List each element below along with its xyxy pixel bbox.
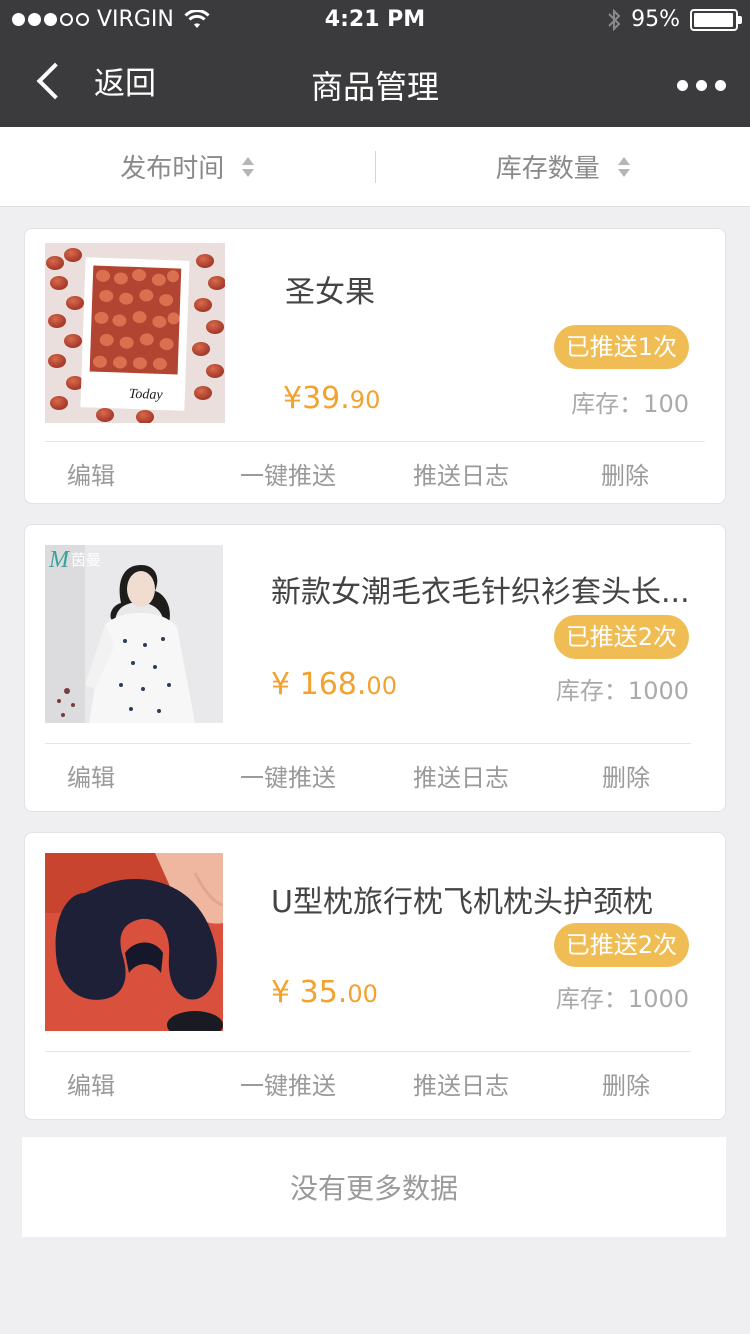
- no-more-data: 没有更多数据: [22, 1137, 726, 1237]
- stock-count: 库存：1000: [555, 677, 689, 705]
- more-options-icon[interactable]: [677, 80, 726, 91]
- product-name: 新款女潮毛衣毛针织衫套头长...: [271, 575, 690, 610]
- sort-arrows-icon: [617, 156, 630, 177]
- sort-label: 发布时间: [120, 154, 225, 184]
- sort-bar: 发布时间 库存数量: [0, 127, 750, 207]
- image-caption: Today: [129, 387, 164, 403]
- card-actions: 编辑 一键推送 推送日志 删除: [45, 743, 691, 807]
- top-bar: VIRGIN 4:21 PM 95% 返回 商品管理: [0, 0, 750, 127]
- push-log-button[interactable]: 推送日志: [413, 1066, 509, 1101]
- push-count-badge: 已推送1次: [553, 325, 689, 369]
- product-name: 圣女果: [285, 275, 375, 310]
- sort-by-publish-time[interactable]: 发布时间: [0, 148, 375, 185]
- stock-count: 库存：1000: [555, 985, 689, 1013]
- delete-button[interactable]: 删除: [602, 758, 650, 793]
- one-click-push-button[interactable]: 一键推送: [240, 758, 336, 793]
- stock-count: 库存：100: [571, 390, 689, 418]
- one-click-push-button[interactable]: 一键推送: [240, 1066, 336, 1101]
- sort-by-stock-quantity[interactable]: 库存数量: [376, 148, 750, 185]
- edit-button[interactable]: 编辑: [67, 758, 115, 793]
- svg-text:M: M: [48, 547, 71, 573]
- product-image: [45, 853, 223, 1031]
- sort-arrows-icon: [242, 156, 255, 177]
- product-card[interactable]: U型枕旅行枕飞机枕头护颈枕 已推送2次 ¥ 35.00 库存：1000 编辑 一…: [24, 832, 726, 1120]
- page-title: 商品管理: [310, 68, 439, 106]
- push-count-badge: 已推送2次: [553, 615, 689, 659]
- delete-button[interactable]: 删除: [602, 1066, 650, 1101]
- push-log-button[interactable]: 推送日志: [413, 456, 509, 491]
- product-card[interactable]: Today 圣女果 已推送1次 ¥39.90 库存：100 编辑 一键推送 推送…: [24, 228, 726, 504]
- battery-icon: [690, 8, 742, 31]
- bluetooth-icon: [608, 8, 621, 31]
- status-bar: VIRGIN 4:21 PM 95%: [0, 0, 750, 40]
- product-price: ¥39.90: [283, 381, 381, 416]
- sort-label: 库存数量: [495, 154, 600, 184]
- image-brand: 茵曼: [71, 551, 101, 569]
- push-log-button[interactable]: 推送日志: [413, 758, 509, 793]
- product-price: ¥ 168.00: [271, 667, 397, 702]
- product-image: Today: [45, 243, 225, 423]
- push-count-badge: 已推送2次: [553, 923, 689, 967]
- delete-button[interactable]: 删除: [601, 456, 649, 491]
- product-image: M 茵曼: [45, 545, 223, 723]
- card-actions: 编辑 一键推送 推送日志 删除: [45, 441, 705, 505]
- product-price: ¥ 35.00: [271, 975, 378, 1010]
- card-actions: 编辑 一键推送 推送日志 删除: [45, 1051, 691, 1115]
- battery-percent: 95%: [631, 7, 680, 32]
- product-name: U型枕旅行枕飞机枕头护颈枕: [271, 885, 653, 920]
- nav-bar: 返回 商品管理: [0, 40, 750, 127]
- one-click-push-button[interactable]: 一键推送: [240, 456, 336, 491]
- edit-button[interactable]: 编辑: [67, 1066, 115, 1101]
- product-card[interactable]: M 茵曼 新款女潮毛衣毛针织衫套头长... 已推送2次 ¥ 168.00 库存：…: [24, 524, 726, 812]
- edit-button[interactable]: 编辑: [67, 456, 115, 491]
